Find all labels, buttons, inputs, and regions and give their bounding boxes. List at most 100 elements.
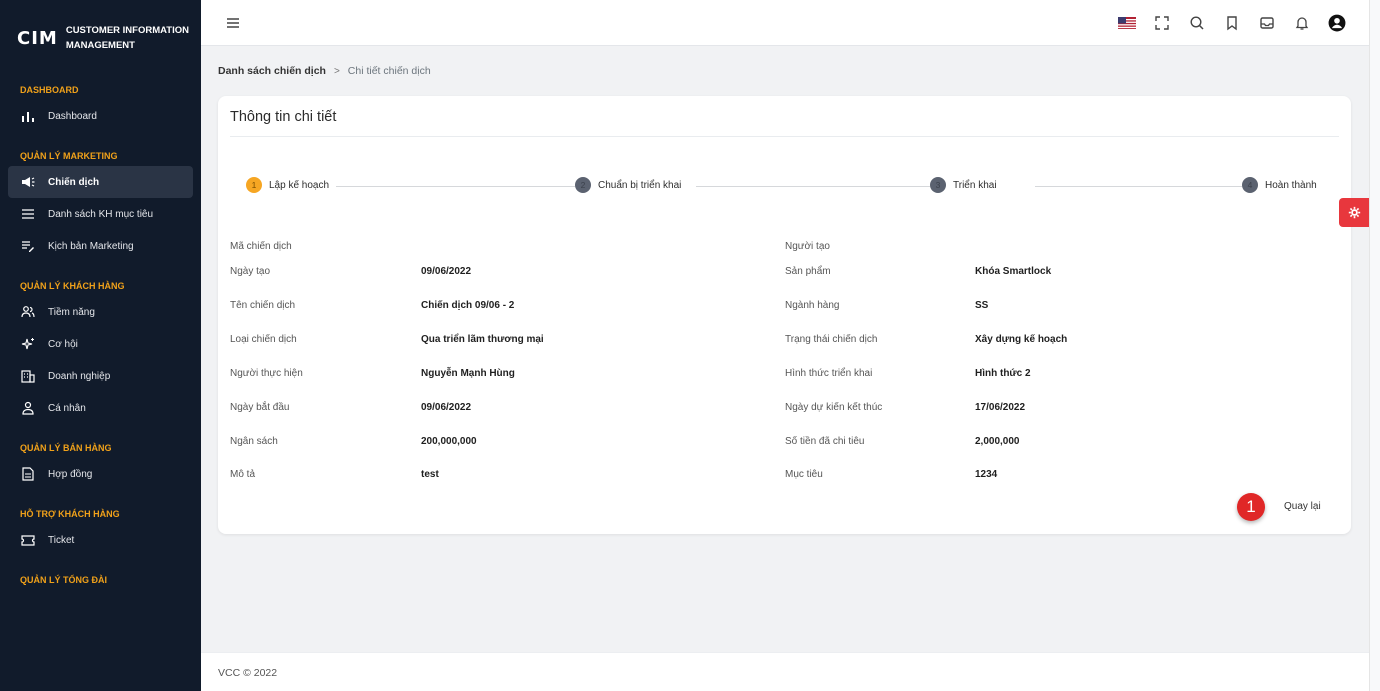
field-value-campaign-status: Xây dựng kế hoạch [975,334,1068,345]
brand-line-1: CUSTOMER INFORMATION [65,25,189,36]
section-title-call-center: QUẢN LÝ TỔNG ĐÀI [20,575,107,585]
field-value-executor: Nguyễn Mạnh Hùng [421,368,515,379]
field-value-campaign-type: Qua triển lãm thương mại [421,334,544,345]
sidebar-item-label: Danh sách KH mục tiêu [48,208,154,220]
step-number: 3 [930,177,946,193]
field-value-description: test [421,469,439,480]
field-label-created-date: Ngày tạo [230,266,271,277]
campaign-stepper: 1 Lập kế hoạch 2 Chuẩn bị triển khai 3 T… [246,177,1322,195]
field-label-creator: Người tạo [785,241,830,252]
field-label-industry: Ngành hàng [785,300,840,311]
sidebar-item-target-list[interactable]: Danh sách KH mục tiêu [8,198,193,230]
field-value-expected-end-date: 17/06/2022 [975,402,1026,413]
step-deployment[interactable]: 3 Triển khai [930,177,997,193]
field-label-amount-spent: Số tiền đã chi tiêu [785,436,865,447]
field-value-product: Khóa Smartlock [975,266,1052,277]
step-label: Triển khai [953,179,997,191]
breadcrumb-current: Chi tiết chiến dịch [347,65,431,77]
step-connector [696,186,956,187]
sidebar: CIM CUSTOMER INFORMATION MANAGEMENT DASH… [0,0,201,691]
inbox-icon[interactable] [1257,13,1277,33]
menu-toggle-icon[interactable] [225,15,241,31]
sidebar-item-opportunities[interactable]: Cơ hội [8,328,193,360]
users-icon [20,304,36,320]
field-value-industry: SS [975,300,989,311]
topbar [201,0,1369,46]
step-connector [1035,186,1245,187]
sidebar-item-individual[interactable]: Cá nhân [8,392,193,424]
brand-name: CUSTOMER INFORMATION MANAGEMENT [66,23,189,53]
field-label-description: Mô tả [230,469,256,480]
step-number: 4 [1242,177,1258,193]
account-icon[interactable] [1327,13,1347,33]
step-connector [336,186,598,187]
megaphone-icon [20,174,36,190]
step-label: Hoàn thành [1265,179,1317,191]
field-value-created-date: 09/06/2022 [421,266,472,277]
field-value-deploy-form: Hình thức 2 [975,368,1031,379]
sidebar-item-label: Doanh nghiệp [48,370,111,382]
user-icon [20,400,36,416]
step-complete[interactable]: 4 Hoàn thành [1242,177,1317,193]
brand[interactable]: CIM CUSTOMER INFORMATION MANAGEMENT [0,0,201,76]
edit-list-icon [20,238,36,254]
brand-line-2: MANAGEMENT [65,40,135,51]
back-button[interactable]: Quay lại [1284,501,1321,512]
field-label-campaign-status: Trạng thái chiến dịch [785,334,878,345]
sidebar-item-label: Cơ hội [48,338,78,350]
us-flag-icon[interactable] [1117,13,1137,33]
section-title-support: HỖ TRỢ KHÁCH HÀNG [20,509,120,519]
field-label-campaign-name: Tên chiến dịch [230,300,296,311]
section-title-dashboard: DASHBOARD [20,85,79,95]
field-label-target: Mục tiêu [785,469,823,480]
section-title-sales: QUẢN LÝ BÁN HÀNG [20,443,112,453]
sidebar-item-contracts[interactable]: Hợp đồng [8,458,193,490]
sidebar-item-leads[interactable]: Tiềm năng [8,296,193,328]
breadcrumb-separator: > [333,65,340,77]
step-label: Chuẩn bị triển khai [598,179,682,191]
field-label-start-date: Ngày bắt đầu [230,402,290,413]
gear-icon [1348,206,1360,219]
breadcrumb-campaign-list[interactable]: Danh sách chiến dịch [218,65,326,77]
bar-chart-icon [20,108,36,124]
step-planning[interactable]: 1 Lập kế hoạch [246,177,330,193]
field-value-start-date: 09/06/2022 [421,402,472,413]
settings-button[interactable] [1339,198,1369,227]
field-label-budget: Ngân sách [230,436,278,447]
sidebar-item-label: Dashboard [48,110,97,122]
topbar-actions [1117,13,1347,33]
footer: VCC © 2022 [201,652,1369,691]
list-icon [20,206,36,222]
field-label-deploy-form: Hình thức triển khai [785,368,873,379]
sparkle-icon [20,336,36,352]
field-label-campaign-type: Loại chiến dịch [230,334,297,345]
annotation-badge: 1 [1237,493,1265,521]
sidebar-item-enterprise[interactable]: Doanh nghiệp [8,360,193,392]
field-value-target: 1234 [975,469,998,480]
field-label-product: Sản phẩm [785,266,831,277]
ticket-icon [20,532,36,548]
step-number: 2 [575,177,591,193]
sidebar-item-label: Tiềm năng [48,306,95,318]
step-preparation[interactable]: 2 Chuẩn bị triển khai [575,177,682,193]
brand-logo: CIM [17,27,58,49]
sidebar-item-label: Cá nhân [48,402,86,414]
sidebar-item-campaigns[interactable]: Chiến dịch [8,166,193,198]
field-label-expected-end-date: Ngày dự kiến kết thúc [785,402,883,413]
bell-icon[interactable] [1292,13,1312,33]
sidebar-item-dashboard[interactable]: Dashboard [8,100,193,132]
sidebar-item-label: Hợp đồng [48,468,93,480]
sidebar-item-ticket[interactable]: Ticket [8,524,193,556]
fullscreen-icon[interactable] [1152,13,1172,33]
step-number: 1 [246,177,262,193]
sidebar-item-label: Ticket [48,534,75,546]
search-icon[interactable] [1187,13,1207,33]
page-scrollbar[interactable] [1369,0,1380,691]
field-label-executor: Người thực hiện [230,368,303,379]
sidebar-item-marketing-script[interactable]: Kịch bản Marketing [8,230,193,262]
building-icon [20,368,36,384]
sidebar-item-label: Chiến dịch [48,176,100,188]
bookmark-icon[interactable] [1222,13,1242,33]
breadcrumb: Danh sách chiến dịch > Chi tiết chiến dị… [218,65,431,77]
document-icon [20,466,36,482]
